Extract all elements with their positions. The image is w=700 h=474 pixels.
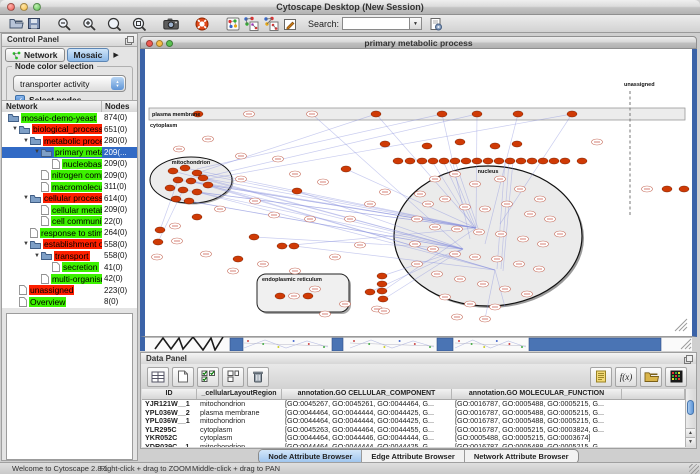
- birds-eye-view[interactable]: [6, 313, 133, 460]
- table-row[interactable]: YPL036W__2plasma membrane[GO:0044464, GO…: [142, 409, 685, 418]
- data-panel-toolbar: f(x): [141, 364, 696, 389]
- tree-row-cellular-metabo[interactable]: cellular metabo209(0): [2, 204, 137, 216]
- tree-row-unassigned[interactable]: unassigned223(0): [2, 285, 137, 297]
- function-builder-icon[interactable]: f(x): [615, 367, 637, 387]
- status-pan-hint: Middle-click + drag to PAN: [192, 463, 280, 474]
- column-header[interactable]: annotation.GO CELLULAR_COMPONENT: [282, 389, 452, 399]
- control-panel: Control Panel Network Mosaic ▶ Node colo…: [1, 33, 138, 461]
- svg-text:mitochondrion: mitochondrion: [172, 160, 211, 166]
- attribute-equation-icon[interactable]: [590, 367, 612, 387]
- tab-network[interactable]: Network: [5, 48, 65, 62]
- search-dropdown-arrow[interactable]: ▼: [410, 17, 422, 30]
- annotation-icon[interactable]: [281, 16, 298, 32]
- float-panel-icon[interactable]: [125, 36, 133, 44]
- tree-row-cellular-process[interactable]: ▼cellular process614(0): [2, 193, 137, 205]
- node-color-select[interactable]: transporter activity ▲▼: [13, 75, 126, 92]
- network-window-titlebar[interactable]: primary metabolic process: [140, 36, 697, 49]
- search-label: Search:: [308, 19, 339, 29]
- select-attributes-icon[interactable]: [197, 367, 219, 387]
- background-windows-strip[interactable]: [140, 337, 692, 351]
- create-attribute-icon[interactable]: [172, 367, 194, 387]
- tree-row-nucleobase-[interactable]: nucleobase-209(0): [2, 158, 137, 170]
- svg-text:plasma membrane: plasma membrane: [152, 112, 200, 118]
- window-titlebar[interactable]: Cytoscape Desktop (New Session): [0, 0, 700, 15]
- zoom-selected-icon[interactable]: [131, 16, 148, 32]
- control-panel-header: Control Panel: [2, 34, 137, 47]
- status-zoom-hint: Right-click + drag to ZOOM: [100, 463, 191, 474]
- attribute-table: ID_cellularLayoutRegionannotation.GO CEL…: [142, 389, 685, 447]
- control-panel-title: Control Panel: [7, 34, 59, 46]
- network-tree: mosaic-demo-yeast874(0)▼biological_proce…: [2, 112, 137, 308]
- tree-row-establishment-of-lo[interactable]: ▼establishment of lo558(0): [2, 239, 137, 251]
- network-view-window: primary metabolic process plasma membran…: [140, 36, 697, 351]
- scrollbar-thumb[interactable]: [687, 400, 694, 415]
- zoom-out-icon[interactable]: [56, 16, 73, 32]
- main-toolbar: Search: ▼: [0, 15, 700, 33]
- save-icon[interactable]: [25, 16, 42, 32]
- column-nodes[interactable]: Nodes: [102, 101, 137, 112]
- table-row[interactable]: YPL036W__1mitochondrion[GO:0044464, GO:0…: [142, 417, 685, 426]
- svg-text:endoplasmic reticulum: endoplasmic reticulum: [262, 277, 322, 283]
- float-data-panel-icon[interactable]: [684, 355, 692, 363]
- import-attributes-icon[interactable]: [640, 367, 662, 387]
- tab-overflow-arrow[interactable]: ▶: [113, 51, 118, 59]
- data-panel-title: Data Panel: [146, 353, 187, 364]
- help-icon[interactable]: [193, 16, 210, 32]
- scroll-down-arrow[interactable]: ▼: [686, 437, 695, 447]
- create-network-from-selection-icon[interactable]: [261, 16, 281, 32]
- status-welcome: Welcome to Cytoscape 2.8.1: [12, 463, 108, 474]
- tree-row-metabolic-process[interactable]: ▼metabolic process280(0): [2, 135, 137, 147]
- unselect-attributes-icon[interactable]: [222, 367, 244, 387]
- control-panel-tabs: Network Mosaic ▶: [2, 47, 137, 63]
- zoom-fit-icon[interactable]: [106, 16, 123, 32]
- network-tab-icon: [12, 51, 21, 60]
- tree-row-secretion[interactable]: secretion41(0): [2, 262, 137, 274]
- tree-row-macromolecule[interactable]: macromolecule311(0): [2, 181, 137, 193]
- window-title: Cytoscape Desktop (New Session): [0, 0, 700, 14]
- svg-text:unassigned: unassigned: [624, 82, 655, 88]
- heatmap-icon[interactable]: [665, 367, 687, 387]
- column-network[interactable]: Network: [2, 101, 102, 112]
- tree-row-primary-metabo[interactable]: ▼primary metabo209(...: [2, 147, 137, 159]
- column-header[interactable]: _cellularLayoutRegion: [197, 389, 282, 399]
- svg-text:nucleus: nucleus: [478, 169, 499, 175]
- tree-row-multi-organism-pro[interactable]: multi-organism pro42(0): [2, 273, 137, 285]
- table-row[interactable]: YKR052Ccytoplasm[GO:0044464, GO:0044446,…: [142, 434, 685, 443]
- search-settings-icon[interactable]: [427, 16, 444, 32]
- tree-row-response-to-stimulu[interactable]: response to stimulu264(0): [2, 227, 137, 239]
- table-scrollbar[interactable]: ▲ ▼: [685, 389, 695, 447]
- vizmapper-icon[interactable]: [224, 16, 241, 32]
- data-panel: Data Panel f(: [140, 352, 697, 449]
- open-file-icon[interactable]: [8, 16, 25, 32]
- resize-grip[interactable]: [689, 464, 699, 474]
- network-canvas[interactable]: plasma membrane cytoplasm mitochondrion nuc…: [140, 49, 697, 337]
- select-stepper-icon: ▲▼: [111, 77, 124, 90]
- snapshot-icon[interactable]: [162, 16, 179, 32]
- status-bar: Welcome to Cytoscape 2.8.1 Right-click +…: [0, 462, 700, 474]
- tab-mosaic[interactable]: Mosaic: [67, 48, 110, 62]
- attribute-table-header[interactable]: ID_cellularLayoutRegionannotation.GO CEL…: [142, 389, 685, 400]
- tree-row-transport[interactable]: ▼transport558(0): [2, 250, 137, 262]
- delete-attribute-icon[interactable]: [247, 367, 269, 387]
- attribute-browser-tabs: Node Attribute BrowserEdge Attribute Bro…: [140, 449, 697, 462]
- table-row[interactable]: YDR039C__1mitochondrion[GO:0044464, GO:0…: [142, 443, 685, 448]
- tree-row-mosaic-demo-yeast[interactable]: mosaic-demo-yeast874(0): [2, 112, 137, 124]
- zoom-in-icon[interactable]: [81, 16, 98, 32]
- copy-network-view-icon[interactable]: [241, 16, 261, 32]
- tree-row-biological-process[interactable]: ▼biological_process651(0): [2, 124, 137, 136]
- table-row[interactable]: YLR295Ccytoplasm[GO:0045263, GO:0044464,…: [142, 426, 685, 435]
- table-row[interactable]: YJR121W__1mitochondrion[GO:0045267, GO:0…: [142, 400, 685, 409]
- search-input[interactable]: [342, 17, 410, 30]
- tree-row-cell-communicat[interactable]: cell communicat22(0): [2, 216, 137, 228]
- network-window-title: primary metabolic process: [141, 37, 696, 49]
- column-header[interactable]: annotation.GO MOLECULAR_FUNCTION: [452, 389, 622, 399]
- group-label: Node color selection: [12, 62, 97, 71]
- attribute-table-icon[interactable]: [147, 367, 169, 387]
- svg-text:cytoplasm: cytoplasm: [150, 123, 177, 129]
- tree-row-nitrogen-compo[interactable]: nitrogen compo209(0): [2, 170, 137, 182]
- search-combo: ▼: [342, 17, 422, 30]
- cytoscape-app: Cytoscape Desktop (New Session): [0, 0, 700, 474]
- tree-row-overview[interactable]: Overview8(0): [2, 296, 137, 308]
- column-header[interactable]: ID: [142, 389, 197, 399]
